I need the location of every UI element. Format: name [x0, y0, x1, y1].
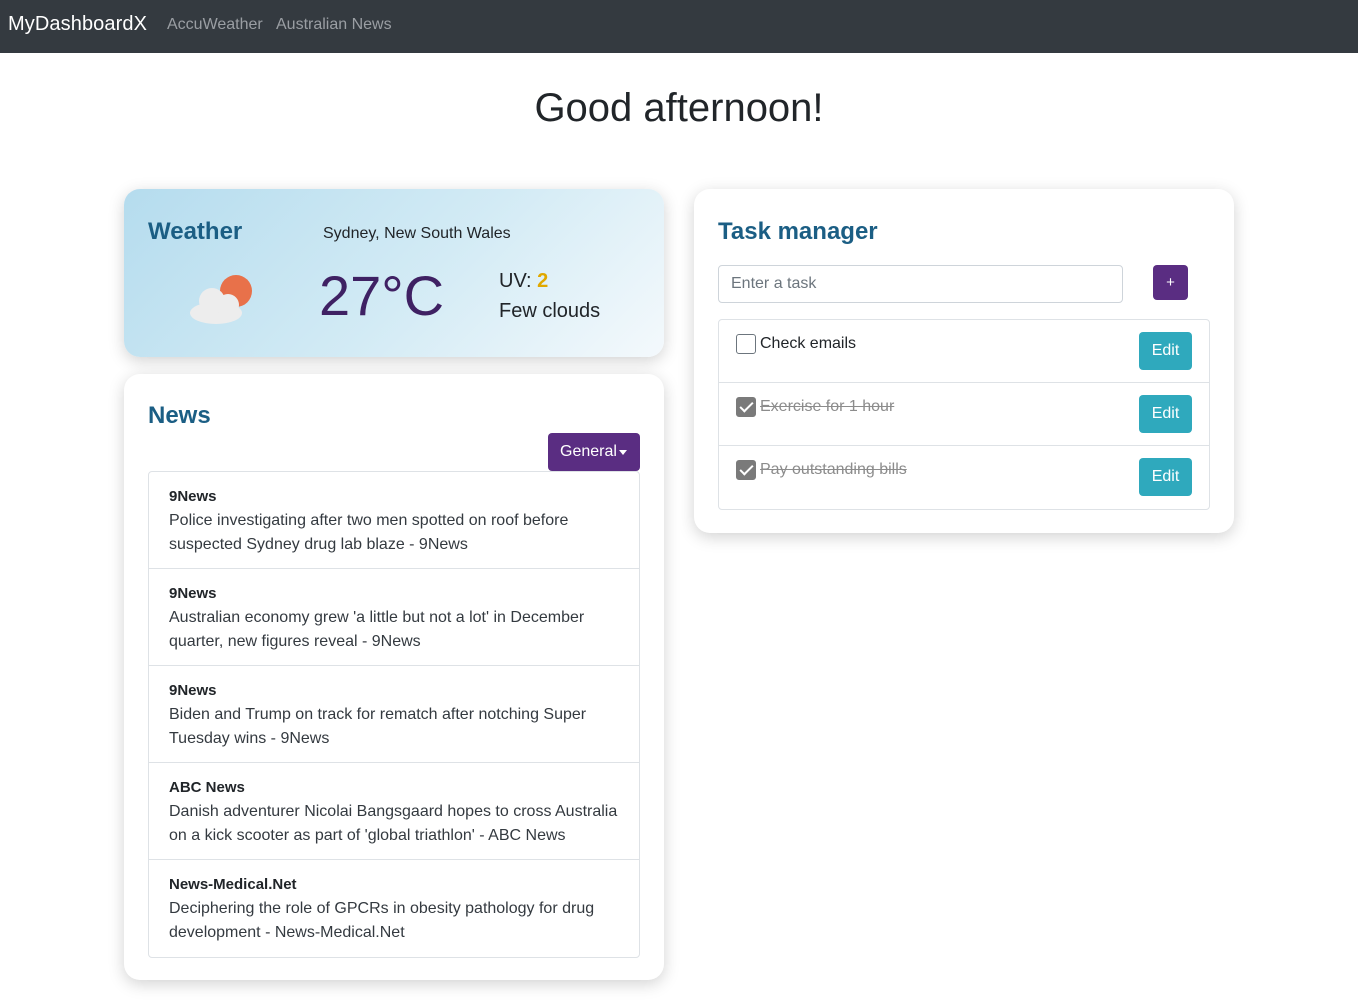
news-title: News [148, 402, 211, 429]
navbar: MyDashboardX AccuWeather Australian News [0, 0, 1358, 53]
news-source: 9News [169, 488, 217, 505]
news-item[interactable]: 9News Biden and Trump on track for remat… [149, 666, 639, 763]
news-headline[interactable]: Biden and Trump on track for rematch aft… [169, 703, 619, 751]
cloud-sun-icon [190, 275, 252, 324]
weather-location: Sydney, New South Wales [323, 225, 511, 242]
edit-task-button[interactable]: Edit [1139, 332, 1192, 370]
add-task-button[interactable]: + [1153, 265, 1188, 300]
task-list: Check emails Edit Exercise for 1 hour Ed… [718, 319, 1210, 510]
news-card: News General 9News Police investigating … [124, 374, 664, 980]
news-headline[interactable]: Deciphering the role of GPCRs in obesity… [169, 897, 619, 945]
nav-link-australian-news[interactable]: Australian News [276, 16, 392, 34]
weather-title: Weather [148, 218, 243, 245]
news-category-label: General [560, 443, 617, 460]
task-manager-card: Task manager + Check emails Edit Exercis… [694, 189, 1234, 533]
news-source: News-Medical.Net [169, 876, 297, 893]
task-label: Exercise for 1 hour [760, 398, 895, 415]
greeting-heading: Good afternoon! [534, 86, 824, 130]
uv-index: UV: 2 [499, 270, 548, 293]
task-checkbox[interactable] [736, 397, 756, 417]
task-manager-title: Task manager [718, 218, 878, 245]
nav-link-accuweather[interactable]: AccuWeather [167, 16, 263, 34]
weather-temperature: 27°C [319, 264, 445, 327]
task-checkbox[interactable] [736, 460, 756, 480]
weather-card: Weather Sydney, New South Wales 27°C UV:… [124, 189, 664, 357]
task-label: Check emails [760, 335, 857, 352]
news-headline[interactable]: Danish adventurer Nicolai Bangsgaard hop… [169, 800, 619, 848]
edit-task-button[interactable]: Edit [1139, 395, 1192, 433]
news-headline[interactable]: Australian economy grew 'a little but no… [169, 606, 619, 654]
news-item[interactable]: 9News Police investigating after two men… [149, 472, 639, 569]
edit-task-button[interactable]: Edit [1139, 458, 1192, 496]
task-item: Exercise for 1 hour Edit [719, 383, 1209, 446]
brand-link[interactable]: MyDashboardX [8, 13, 147, 36]
news-category-dropdown[interactable]: General [548, 433, 640, 471]
news-item[interactable]: News-Medical.Net Deciphering the role of… [149, 860, 639, 957]
news-item[interactable]: ABC News Danish adventurer Nicolai Bangs… [149, 763, 639, 860]
uv-value: 2 [537, 270, 549, 292]
uv-label: UV: [499, 270, 532, 292]
news-source: ABC News [169, 779, 245, 796]
task-checkbox[interactable] [736, 334, 756, 354]
task-item: Pay outstanding bills Edit [719, 446, 1209, 509]
news-headline[interactable]: Police investigating after two men spott… [169, 509, 619, 557]
news-source: 9News [169, 682, 217, 699]
news-source: 9News [169, 585, 217, 602]
news-item[interactable]: 9News Australian economy grew 'a little … [149, 569, 639, 666]
weather-description: Few clouds [499, 300, 601, 322]
task-item: Check emails Edit [719, 320, 1209, 383]
task-label: Pay outstanding bills [760, 461, 907, 478]
task-input[interactable] [718, 265, 1123, 303]
news-list: 9News Police investigating after two men… [148, 471, 640, 958]
caret-down-icon [619, 450, 627, 455]
